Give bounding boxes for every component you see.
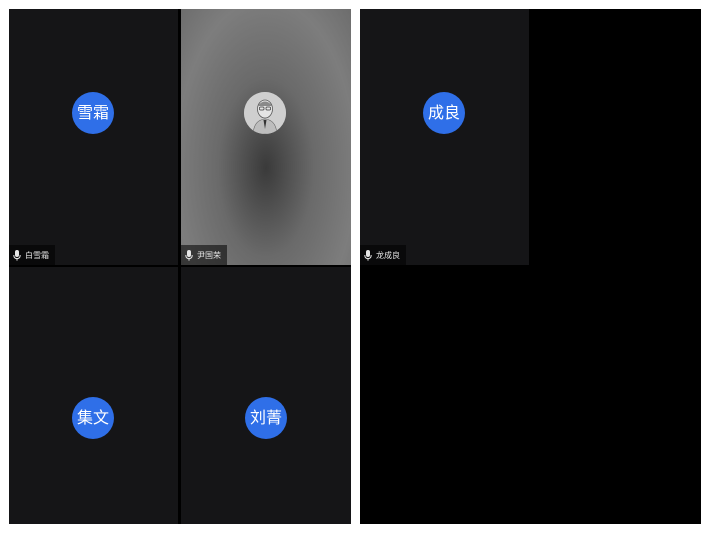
microphone-icon	[364, 249, 372, 261]
participant-name: 龙成良	[376, 250, 400, 260]
participant-avatar: 集文	[72, 397, 114, 439]
participant-avatar: 成良	[423, 92, 465, 134]
microphone-icon	[13, 249, 21, 261]
right-video-grid: 成良 龙成良	[360, 9, 701, 524]
participant-tile[interactable]: 集文	[9, 267, 178, 524]
screenshot-root: 雪霜 白雪霜 尹国荣 集文 刘菁 成良 龙成良	[0, 0, 710, 533]
participant-name: 尹国荣	[197, 250, 221, 260]
participant-tile[interactable]: 成良 龙成良	[360, 9, 529, 265]
participant-avatar: 雪霜	[72, 92, 114, 134]
participant-tile[interactable]: 尹国荣	[181, 9, 351, 265]
participant-tile[interactable]: 雪霜 白雪霜	[9, 9, 178, 265]
participant-name: 白雪霜	[25, 250, 49, 260]
participant-avatar: 刘菁	[245, 397, 287, 439]
participant-name-tag: 尹国荣	[181, 245, 227, 265]
participant-photo-avatar	[244, 92, 286, 134]
participant-tile[interactable]: 刘菁	[181, 267, 351, 524]
left-video-grid: 雪霜 白雪霜 尹国荣 集文 刘菁	[9, 9, 351, 524]
portrait-photo	[244, 92, 286, 134]
participant-name-tag: 白雪霜	[9, 245, 55, 265]
participant-name-tag: 龙成良	[360, 245, 406, 265]
microphone-icon	[185, 249, 193, 261]
